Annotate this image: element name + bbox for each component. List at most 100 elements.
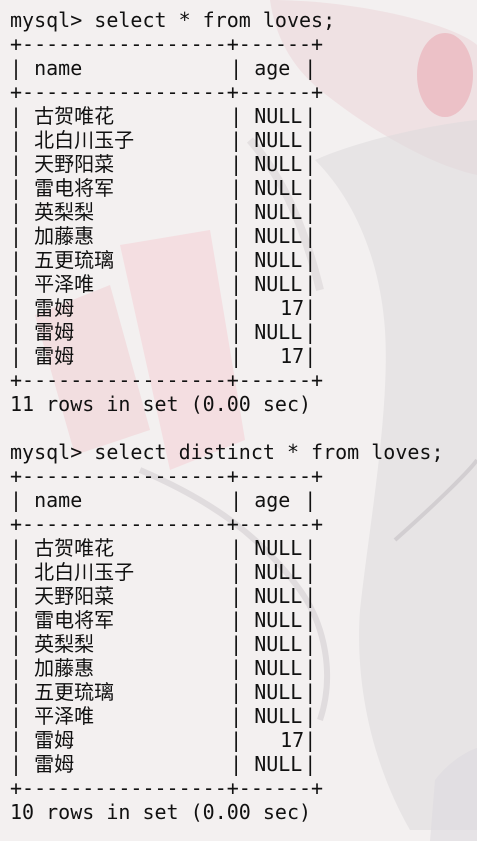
- table-border-pipe: |: [10, 752, 23, 776]
- column-header-name: name: [34, 56, 83, 80]
- table-border-pipe: |: [230, 584, 243, 608]
- row-name: 天野阳菜: [34, 152, 115, 176]
- table-border-pipe: |: [230, 152, 243, 176]
- mysql-terminal: mysql> select * from loves; +-----------…: [10, 8, 444, 824]
- table-border-pipe: |: [10, 200, 23, 224]
- row-age: NULL: [254, 248, 303, 272]
- table-border-pipe: |: [230, 560, 243, 584]
- row-age: NULL: [254, 176, 303, 200]
- table-border-pipe: |: [230, 296, 243, 320]
- table-border-pipe: |: [10, 584, 23, 608]
- row-age: NULL: [254, 152, 303, 176]
- table-border-pipe: |: [230, 704, 243, 728]
- table-border-pipe: |: [10, 272, 23, 296]
- table-border-pipe: |: [230, 728, 243, 752]
- table-border-pipe: |: [10, 224, 23, 248]
- row-name: 五更琉璃: [34, 680, 115, 704]
- row-age: 17: [280, 296, 305, 320]
- table-top-border: +-----------------+------+: [10, 32, 324, 56]
- table-border-pipe: |: [304, 104, 317, 128]
- table-border-pipe: |: [304, 272, 317, 296]
- table-border-pipe: |: [304, 632, 317, 656]
- row-age: NULL: [254, 704, 303, 728]
- table-border-pipe: |: [10, 152, 23, 176]
- table-border-pipe: |: [10, 536, 23, 560]
- table-border-pipe: |: [304, 536, 317, 560]
- table-row: | 加藤惠 | NULL|: [10, 656, 444, 680]
- mysql-prompt: mysql>: [10, 440, 83, 464]
- table-border-pipe: |: [304, 176, 317, 200]
- table-border-pipe: |: [230, 200, 243, 224]
- row-name: 平泽唯: [34, 704, 95, 728]
- sql-command: select distinct * from loves;: [94, 440, 444, 464]
- row-name: 加藤惠: [34, 224, 95, 248]
- table-border-pipe: |: [230, 608, 243, 632]
- table-border-pipe: |: [304, 200, 317, 224]
- row-name: 雷姆: [34, 296, 75, 320]
- row-name: 加藤惠: [34, 656, 95, 680]
- table-top-border: +-----------------+------+: [10, 464, 324, 488]
- row-age: NULL: [254, 560, 303, 584]
- row-name: 古贺唯花: [34, 104, 115, 128]
- table-border-pipe: |: [304, 296, 317, 320]
- column-header-name: name: [34, 488, 83, 512]
- table-row: | 雷姆 | 17|: [10, 728, 444, 752]
- table-border-pipe: |: [230, 680, 243, 704]
- table-border-pipe: |: [10, 344, 23, 368]
- table-border-pipe: |: [230, 128, 243, 152]
- row-name: 北白川玉子: [34, 560, 135, 584]
- table-row: | 古贺唯花 | NULL|: [10, 104, 444, 128]
- command-line-2: mysql> select distinct * from loves;: [10, 440, 444, 464]
- table-border-pipe: |: [304, 704, 317, 728]
- table-row: | 雷电将军 | NULL|: [10, 176, 444, 200]
- row-name: 雷姆: [34, 344, 75, 368]
- table-border-pipe: |: [230, 656, 243, 680]
- table-border-pipe: |: [10, 704, 23, 728]
- table-border-pipe: |: [10, 104, 23, 128]
- mysql-prompt: mysql>: [10, 8, 83, 32]
- table-row: | 雷姆 | NULL|: [10, 752, 444, 776]
- table-border-pipe: |: [304, 752, 317, 776]
- table-border-pipe: |: [10, 248, 23, 272]
- row-age: 17: [280, 728, 305, 752]
- row-age: NULL: [254, 536, 303, 560]
- table-border-pipe: |: [10, 56, 23, 80]
- table-border-pipe: |: [304, 152, 317, 176]
- row-age: NULL: [254, 752, 303, 776]
- table-header-border: +-----------------+------+: [10, 512, 324, 536]
- table-row: | 北白川玉子 | NULL|: [10, 128, 444, 152]
- table-border-pipe: |: [230, 176, 243, 200]
- table-border-pipe: |: [304, 248, 317, 272]
- table-row: | 雷姆 | 17|: [10, 344, 444, 368]
- table-border-pipe: |: [230, 488, 243, 512]
- row-age: NULL: [254, 272, 303, 296]
- sql-command: select * from loves;: [94, 8, 336, 32]
- table-row: | 平泽唯 | NULL|: [10, 704, 444, 728]
- table-border-pipe: |: [304, 320, 317, 344]
- table-border-pipe: |: [304, 728, 317, 752]
- row-age: NULL: [254, 656, 303, 680]
- table-border-pipe: |: [230, 248, 243, 272]
- table-border-pipe: |: [230, 56, 243, 80]
- row-name: 古贺唯花: [34, 536, 115, 560]
- table-border-pipe: |: [230, 344, 243, 368]
- row-age: NULL: [254, 104, 303, 128]
- table-row: | 天野阳菜 | NULL|: [10, 152, 444, 176]
- row-name: 平泽唯: [34, 272, 95, 296]
- table-border-pipe: |: [230, 632, 243, 656]
- row-age: NULL: [254, 320, 303, 344]
- table-border-pipe: |: [230, 320, 243, 344]
- table-row: | 天野阳菜 | NULL|: [10, 584, 444, 608]
- table-border-pipe: |: [230, 536, 243, 560]
- table-border-pipe: |: [10, 128, 23, 152]
- table-border-pipe: |: [230, 104, 243, 128]
- table-header-border: +-----------------+------+: [10, 80, 324, 104]
- table-border-pipe: |: [304, 128, 317, 152]
- table-border-pipe: |: [10, 488, 23, 512]
- row-age: NULL: [254, 584, 303, 608]
- table-row: | 英梨梨 | NULL|: [10, 632, 444, 656]
- table-border-pipe: |: [304, 344, 317, 368]
- row-age: 17: [280, 344, 305, 368]
- command-line-1: mysql> select * from loves;: [10, 8, 444, 32]
- row-name: 雷姆: [34, 320, 75, 344]
